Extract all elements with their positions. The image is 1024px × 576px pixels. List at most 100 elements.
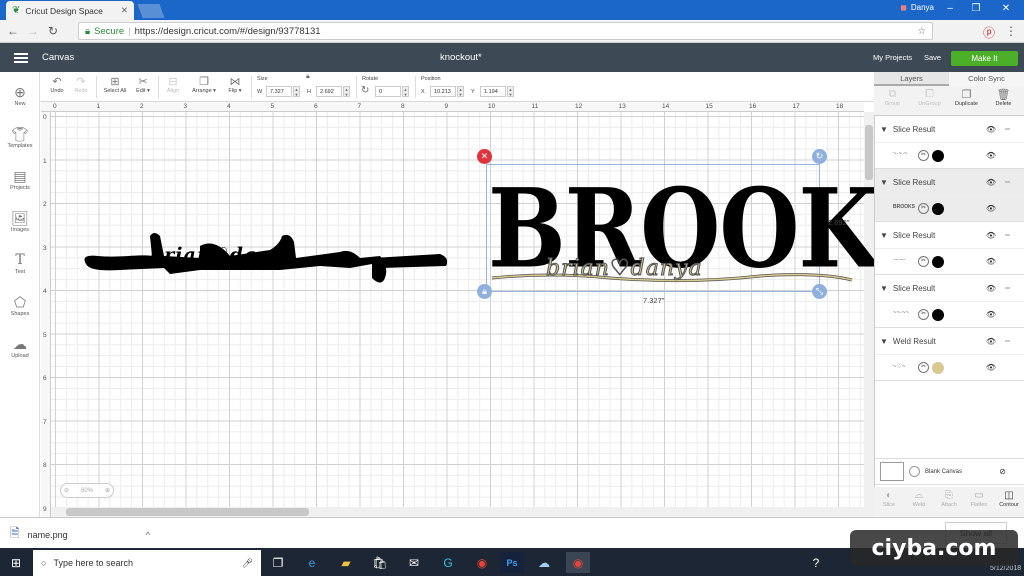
ungroup-button[interactable]: ⧠ UnGroup xyxy=(911,88,948,107)
microphone-icon[interactable]: 🎤︎ xyxy=(242,558,253,569)
layer-item[interactable]: ~·~·~ ✂ 👁︎ xyxy=(875,142,1024,168)
x-position-stepper[interactable]: ▲ ▼ xyxy=(457,86,464,97)
slice-button[interactable]: ◐ Slice xyxy=(874,487,904,517)
layer-group[interactable]: ▼ Slice Result 👁︎ ═ BROOKS ✂ 👁︎ xyxy=(875,169,1024,222)
taskbar-search[interactable]: ○ Type here to search 🎤︎ xyxy=(33,550,261,576)
layer-header[interactable]: ▼ Slice Result 👁︎ ═ xyxy=(875,222,1024,248)
drag-handle-icon[interactable]: ═ xyxy=(1005,285,1010,292)
knife-blade-icon[interactable]: ✂ xyxy=(918,150,929,161)
eye-icon[interactable]: 👁︎ xyxy=(986,151,996,160)
y-position-stepper[interactable]: ▲ ▼ xyxy=(507,86,514,97)
drag-handle-icon[interactable]: ═ xyxy=(1005,232,1010,239)
select-all-button[interactable]: ⊞ Select All xyxy=(102,75,128,94)
file-explorer-icon[interactable]: ▰ xyxy=(334,552,358,573)
eye-icon[interactable]: 👁︎ xyxy=(986,257,996,266)
layer-item[interactable]: ·–·–· ✂ 👁︎ xyxy=(875,248,1024,274)
tab-layers[interactable]: Layers xyxy=(874,72,949,86)
layer-group[interactable]: ▼ Slice Result 👁︎ ═ ~~·~~ ✂ 👁︎ xyxy=(875,275,1024,328)
rotate-input[interactable]: 0 xyxy=(375,86,401,97)
windows-start-icon[interactable]: ⊞ xyxy=(4,552,28,573)
layer-color-swatch[interactable] xyxy=(932,149,944,162)
align-button[interactable]: ⊟ Align xyxy=(162,75,184,94)
drag-handle-icon[interactable]: ═ xyxy=(1005,126,1010,133)
layer-color-swatch[interactable] xyxy=(932,255,944,268)
app-icon[interactable]: G xyxy=(436,552,460,573)
rotate-handle-icon[interactable]: ↻ xyxy=(812,149,827,164)
eye-icon[interactable]: 👁︎ xyxy=(986,310,996,319)
eye-icon[interactable]: 👁︎ xyxy=(986,125,996,134)
collapse-icon[interactable]: ▼ xyxy=(880,231,888,240)
browser-user[interactable]: ◼ Danya xyxy=(900,3,934,12)
resize-handle-icon[interactable]: ⤡ xyxy=(812,284,827,299)
flatten-button[interactable]: ▭ Flatten xyxy=(964,487,994,517)
sidebar-item-images[interactable]: 🖼︎ Images xyxy=(0,210,40,233)
sidebar-item-text[interactable]: T Text xyxy=(0,252,40,275)
task-view-icon[interactable]: ❐ xyxy=(266,552,290,573)
back-icon[interactable]: ← xyxy=(6,24,20,38)
star-icon[interactable]: ☆ xyxy=(917,26,926,37)
layer-color-swatch[interactable] xyxy=(932,202,944,215)
drag-handle-icon[interactable]: ═ xyxy=(1005,338,1010,345)
close-window-icon[interactable]: ✕ xyxy=(996,3,1016,14)
pinterest-icon[interactable]: ⓟ xyxy=(982,24,996,41)
new-tab-button[interactable] xyxy=(137,4,165,18)
zoom-out-icon[interactable]: ⊖ xyxy=(64,487,69,494)
reload-icon[interactable]: ↻ xyxy=(46,24,60,38)
flip-button[interactable]: ⋈ Flip ▾ xyxy=(225,75,245,94)
minimize-icon[interactable]: – xyxy=(940,3,960,14)
layer-color-swatch[interactable] xyxy=(932,361,944,374)
mail-icon[interactable]: ✉ xyxy=(402,552,426,573)
layer-header[interactable]: ▼ Slice Result 👁︎ ═ xyxy=(875,116,1024,142)
collapse-icon[interactable]: ▼ xyxy=(880,178,888,187)
collapse-icon[interactable]: ▼ xyxy=(880,125,888,134)
layer-item[interactable]: ~♡~ ✂ 👁︎ xyxy=(875,354,1024,380)
sidebar-item-projects[interactable]: ▤ Projects xyxy=(0,168,40,191)
attach-button[interactable]: ⎘ Attach xyxy=(934,487,964,517)
layer-color-swatch[interactable] xyxy=(932,308,944,321)
duplicate-button[interactable]: ❐ Duplicate xyxy=(948,88,985,107)
download-menu-icon[interactable]: ^ xyxy=(146,530,150,540)
delete-handle-icon[interactable]: ✕ xyxy=(477,149,492,164)
layer-header[interactable]: ▼ Weld Result 👁︎ ═ xyxy=(875,328,1024,354)
weld-button[interactable]: ⌓ Weld xyxy=(904,487,934,517)
redo-button[interactable]: ↷ Redo xyxy=(72,75,90,94)
knife-blade-icon[interactable]: ✂ xyxy=(918,309,929,320)
eye-icon[interactable]: 👁︎ xyxy=(986,337,996,346)
height-stepper[interactable]: ▲ ▼ xyxy=(343,86,350,97)
y-position-input[interactable]: 1.194 xyxy=(480,86,506,97)
sidebar-item-new[interactable]: ⊕ New xyxy=(0,84,40,107)
knife-blade-icon[interactable]: ✂ xyxy=(918,203,929,214)
layer-item[interactable]: ~~·~~ ✂ 👁︎ xyxy=(875,301,1024,327)
zoom-in-icon[interactable]: ⊕ xyxy=(105,487,110,494)
knife-blade-icon[interactable]: ✂ xyxy=(918,362,929,373)
edit-button[interactable]: ✂ Edit ▾ xyxy=(133,75,153,94)
layer-header[interactable]: ▼ Slice Result 👁︎ ═ xyxy=(875,275,1024,301)
canvas-color-circle[interactable] xyxy=(909,466,920,477)
eye-icon[interactable]: 👁︎ xyxy=(986,178,996,187)
lock-handle-icon[interactable]: 🔒︎ xyxy=(477,284,492,299)
collapse-icon[interactable]: ▼ xyxy=(880,284,888,293)
knife-blade-icon[interactable]: ✂ xyxy=(918,256,929,267)
url-field[interactable]: 🔒︎ Secure | https://design.cricut.com/#/… xyxy=(78,22,933,40)
tab-color-sync[interactable]: Color Sync xyxy=(949,72,1024,86)
width-stepper[interactable]: ▲ ▼ xyxy=(293,86,300,97)
store-icon[interactable]: 🛍︎ xyxy=(368,552,392,573)
my-projects-link[interactable]: My Projects xyxy=(873,53,912,62)
x-position-input[interactable]: 10.213 xyxy=(430,86,456,97)
width-input[interactable]: 7.327 xyxy=(266,86,292,97)
layer-header[interactable]: ▼ Slice Result 👁︎ ═ xyxy=(875,169,1024,195)
hamburger-menu-icon[interactable] xyxy=(14,53,28,63)
restore-icon[interactable]: ❐ xyxy=(966,3,986,14)
sidebar-item-shapes[interactable]: ⬠ Shapes xyxy=(0,294,40,317)
eye-icon[interactable]: 👁︎ xyxy=(986,204,996,213)
weather-icon[interactable]: ☁ xyxy=(532,552,556,573)
zoom-control[interactable]: ⊖ 60% ⊕ xyxy=(60,483,114,498)
layer-group[interactable]: ▼ Slice Result 👁︎ ═ ~·~·~ ✂ 👁︎ xyxy=(875,116,1024,169)
eye-icon[interactable]: 👁︎ xyxy=(986,284,996,293)
eye-icon[interactable]: 👁︎ xyxy=(986,231,996,240)
blank-canvas-row[interactable]: Blank Canvas ⊘ xyxy=(875,458,1024,485)
hide-eye-icon[interactable]: ⊘ xyxy=(999,467,1006,476)
help-icon[interactable]: ? xyxy=(804,552,828,573)
height-input[interactable]: 2.692 xyxy=(316,86,342,97)
sidebar-item-upload[interactable]: ☁ Upload xyxy=(0,336,40,359)
